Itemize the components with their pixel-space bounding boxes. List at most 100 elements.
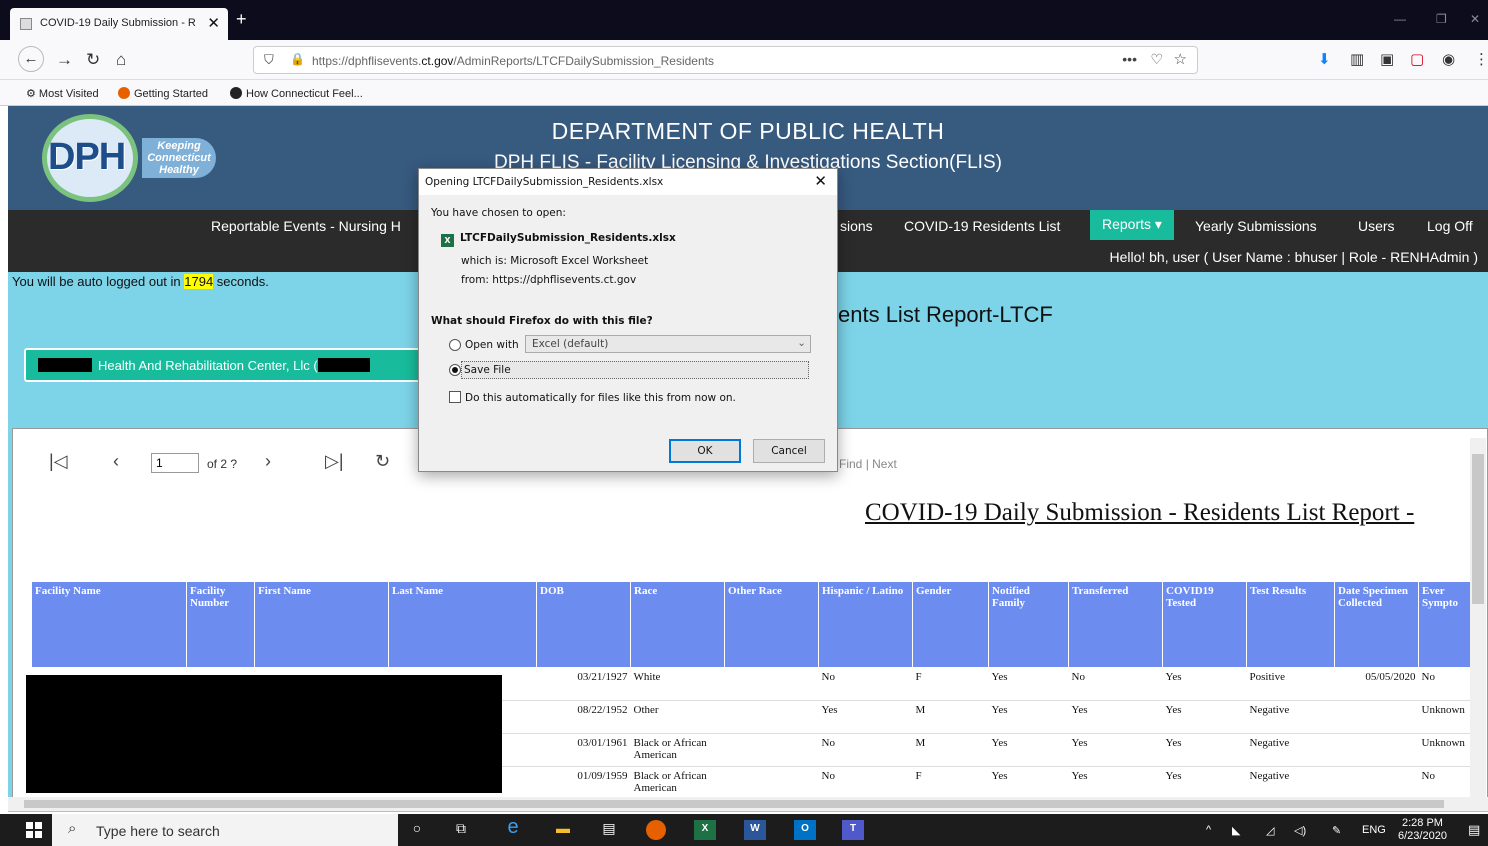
teams-icon[interactable]: T <box>842 820 864 840</box>
bookmark-connecticut[interactable]: How Connecticut Feel... <box>230 87 363 100</box>
column-header: Facility Name <box>31 581 187 668</box>
tray-chevron-icon[interactable]: ^ <box>1206 824 1211 836</box>
bookmark-star-icon[interactable]: ☆ <box>1174 50 1187 68</box>
menu-log-off[interactable]: Log Off <box>1427 218 1473 234</box>
tracking-shield-icon[interactable]: ⛉ <box>264 52 274 68</box>
url-bar[interactable]: ⛉ 🔒 https://dphflisevents.ct.gov/AdminRe… <box>253 46 1198 74</box>
page-actions-icon[interactable]: ••• <box>1122 51 1137 67</box>
prev-page-icon[interactable]: ‹ <box>113 451 119 472</box>
column-header: COVID19 Tested <box>1162 581 1247 668</box>
back-icon[interactable]: ← <box>18 46 44 72</box>
gear-icon: ⚙ <box>26 88 39 100</box>
autologout-notice: You will be auto logged out in 1794 seco… <box>12 274 269 289</box>
vertical-scrollbar[interactable] <box>1470 438 1486 798</box>
column-header: Other Race <box>724 581 819 668</box>
url-path: /AdminReports/LTCFDailySubmission_Reside… <box>453 54 714 68</box>
column-header: Ever Sympto <box>1418 581 1473 668</box>
dialog-close-icon[interactable]: ✕ <box>814 172 827 190</box>
store-icon[interactable]: ▤ <box>598 820 620 840</box>
cortana-icon[interactable]: ○ <box>406 820 428 840</box>
file-explorer-icon[interactable]: ▬ <box>552 820 574 840</box>
page-number-input[interactable]: 1 <box>151 453 199 473</box>
column-header: Test Results <box>1246 581 1335 668</box>
bookmark-getting-started[interactable]: Getting Started <box>118 87 208 100</box>
next-page-icon[interactable]: › <box>265 451 271 472</box>
menu-yearly-submissions[interactable]: Yearly Submissions <box>1195 218 1317 234</box>
excel-icon[interactable]: X <box>694 820 716 840</box>
chevron-down-icon: ⌄ <box>797 337 806 349</box>
menu-reports[interactable]: Reports ▾ <box>1090 210 1174 240</box>
refresh-icon[interactable]: ↻ <box>375 451 390 472</box>
last-page-icon[interactable]: ▷| <box>325 451 344 472</box>
file-type: which is: Microsoft Excel Worksheet <box>461 255 649 267</box>
pocket-icon[interactable]: ♡ <box>1150 51 1163 68</box>
menu-submissions[interactable]: sions <box>840 218 873 234</box>
table-header-row: Facility Name Facility Number First Name… <box>31 581 1473 668</box>
auto-action-checkbox[interactable] <box>449 391 461 403</box>
column-header: Transferred <box>1068 581 1163 668</box>
scroll-thumb[interactable] <box>24 800 1444 808</box>
browser-tab[interactable]: COVID-19 Daily Submission - R ✕ <box>10 8 228 40</box>
firefox-taskbar-icon[interactable] <box>646 820 666 840</box>
find-next-links[interactable]: Find | Next <box>839 457 897 471</box>
scroll-thumb[interactable] <box>1472 454 1484 604</box>
reload-icon[interactable]: ↻ <box>86 50 100 70</box>
word-icon[interactable]: W <box>744 820 766 840</box>
account-icon[interactable]: ◉ <box>1442 50 1455 68</box>
search-placeholder: Type here to search <box>96 823 220 839</box>
notifications-icon[interactable]: ▤ <box>1468 822 1480 838</box>
language-indicator[interactable]: ENG <box>1362 824 1386 836</box>
taskbar-search[interactable]: ⌕ Type here to search <box>52 814 398 846</box>
pen-icon[interactable]: ✎ <box>1332 824 1341 837</box>
save-file-option[interactable]: Save File <box>461 361 809 379</box>
menu-icon[interactable]: ⋮ <box>1474 50 1488 68</box>
library-icon[interactable]: ▥ <box>1350 50 1364 68</box>
cancel-button[interactable]: Cancel <box>753 439 825 463</box>
window-close-icon[interactable]: ✕ <box>1470 12 1480 26</box>
outlook-icon[interactable]: O <box>794 820 816 840</box>
horizontal-scrollbar[interactable] <box>8 797 1488 811</box>
firefox-icon <box>118 87 130 99</box>
menu-users[interactable]: Users <box>1358 218 1395 234</box>
downloads-icon[interactable]: ⬇ <box>1318 50 1331 68</box>
ok-button[interactable]: OK <box>669 439 741 463</box>
task-view-icon[interactable]: ⧉ <box>450 820 472 840</box>
lock-icon[interactable]: 🔒 <box>290 52 305 66</box>
open-with-select[interactable]: Excel (default) ⌄ <box>525 335 811 353</box>
bookmarks-bar: ⚙ Most Visited Getting Started How Conne… <box>0 80 1488 106</box>
autologout-seconds: 1794 <box>184 274 214 289</box>
restore-icon[interactable]: ❐ <box>1436 12 1447 26</box>
download-dialog: Opening LTCFDailySubmission_Residents.xl… <box>418 168 838 472</box>
edge-icon[interactable]: e <box>502 816 524 838</box>
clock[interactable]: 2:28 PM 6/23/2020 <box>1398 817 1447 843</box>
windows-start-icon[interactable] <box>26 822 42 838</box>
column-header: Last Name <box>388 581 537 668</box>
excel-file-icon: X <box>441 234 454 247</box>
url-prefix: https://dphflisevents. <box>312 54 422 68</box>
save-file-radio[interactable] <box>449 364 461 376</box>
menu-covid-residents-list[interactable]: COVID-19 Residents List <box>904 218 1060 234</box>
open-with-label[interactable]: Open with <box>465 339 519 351</box>
report-title: ents List Report-LTCF <box>838 302 1053 327</box>
forward-icon[interactable]: → <box>56 50 73 70</box>
sidebar-icon[interactable]: ▣ <box>1380 50 1394 68</box>
redaction-block <box>317 358 370 372</box>
tray-app-icon[interactable]: ◣ <box>1232 824 1240 837</box>
close-tab-icon[interactable]: ✕ <box>207 14 220 32</box>
minimize-icon[interactable]: — <box>1394 12 1406 26</box>
home-icon[interactable]: ⌂ <box>116 50 126 70</box>
column-header: Hispanic / Latino <box>818 581 913 668</box>
menu-reportable-events[interactable]: Reportable Events - Nursing H <box>211 218 401 234</box>
bookmark-most-visited[interactable]: ⚙ Most Visited <box>26 87 99 100</box>
new-tab-icon[interactable]: + <box>236 9 247 30</box>
column-header: First Name <box>254 581 389 668</box>
report-heading: COVID-19 Daily Submission - Residents Li… <box>865 499 1415 526</box>
facility-selector[interactable]: Health And Rehabilitation Center, Llc ( <box>24 348 424 382</box>
page-title: DEPARTMENT OF PUBLIC HEALTH <box>551 118 945 144</box>
open-with-radio[interactable] <box>449 339 461 351</box>
auto-action-label[interactable]: Do this automatically for files like thi… <box>465 392 736 404</box>
volume-icon[interactable]: ◁) <box>1294 824 1306 837</box>
network-icon[interactable]: ◿ <box>1266 824 1274 837</box>
first-page-icon[interactable]: |◁ <box>49 451 68 472</box>
pocket-toolbar-icon[interactable]: ▢ <box>1410 50 1424 68</box>
